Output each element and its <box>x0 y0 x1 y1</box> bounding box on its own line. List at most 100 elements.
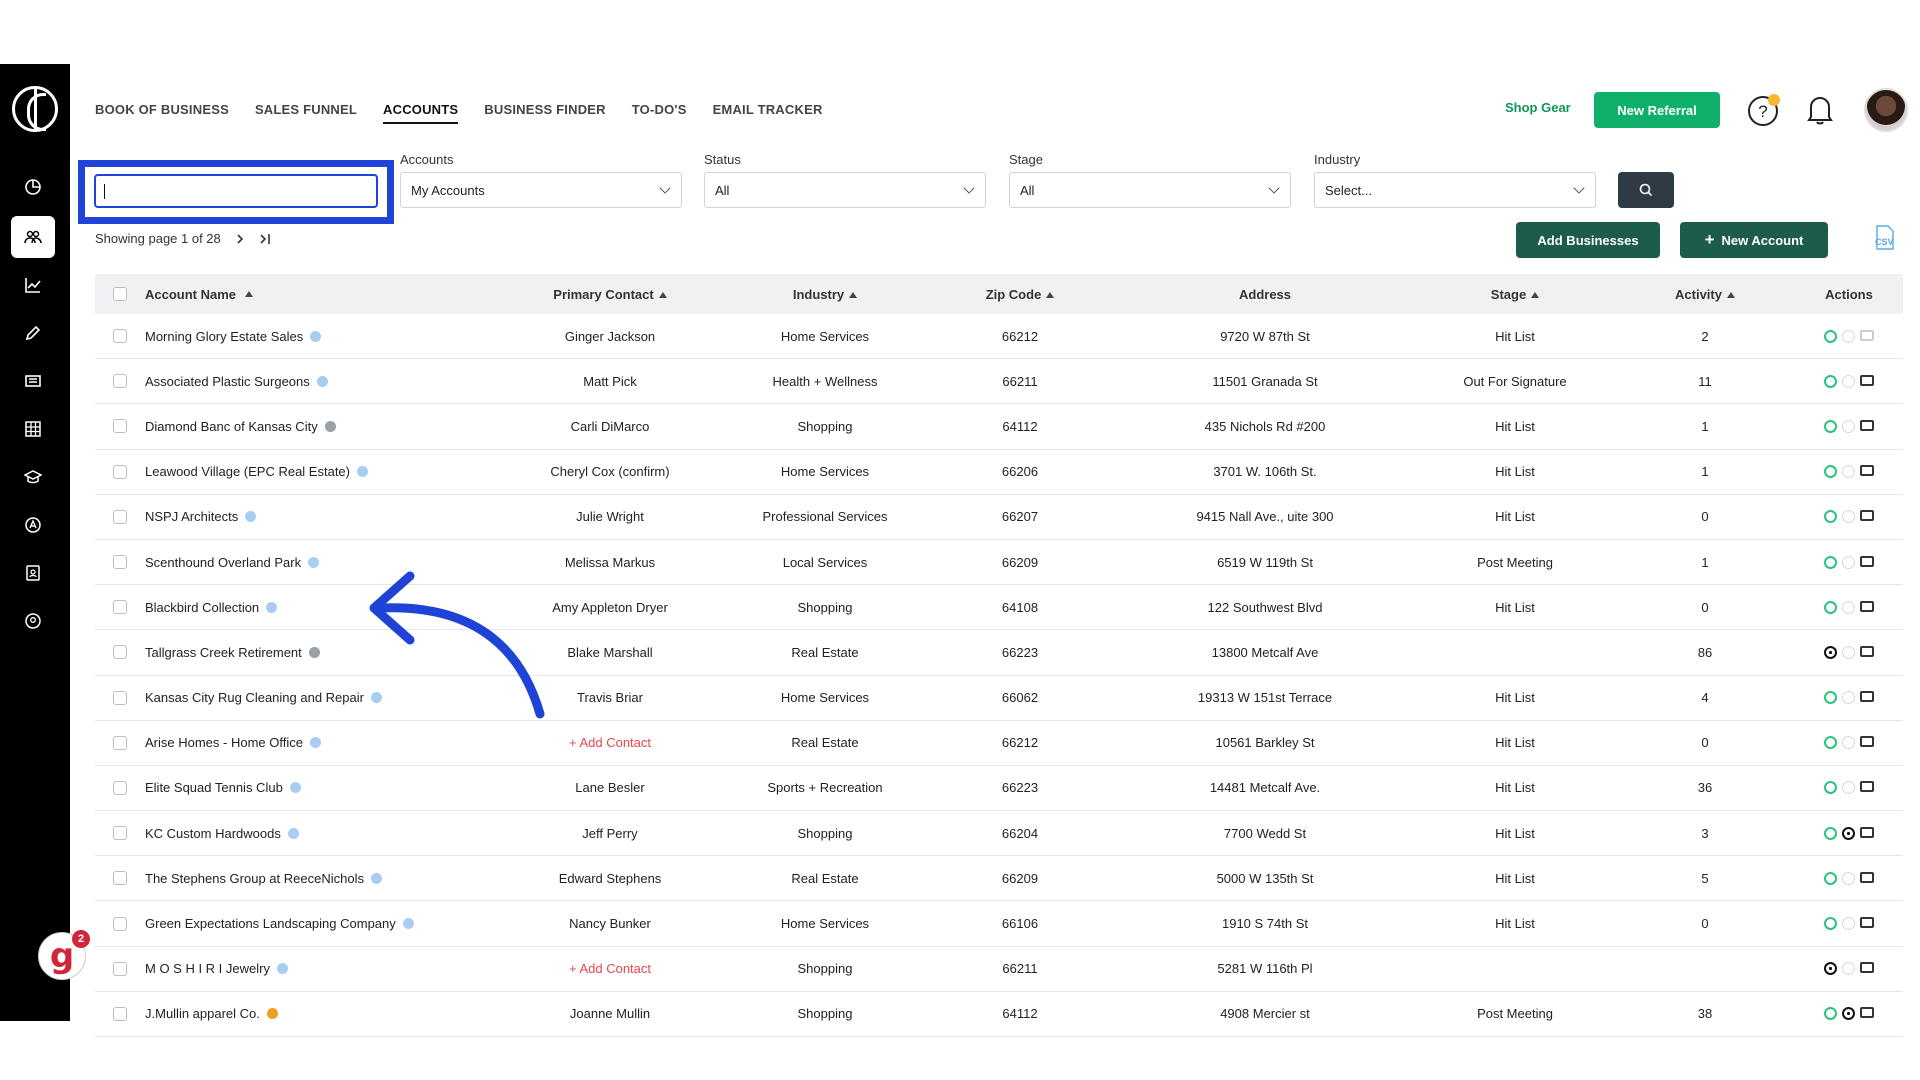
row-checkbox[interactable] <box>113 555 127 570</box>
help-icon[interactable]: ? <box>1744 90 1784 130</box>
table-row[interactable]: NSPJ Architects Julie Wright Professiona… <box>95 495 1903 540</box>
table-row[interactable]: The Stephens Group at ReeceNichols Edwar… <box>95 856 1903 902</box>
monitor-icon[interactable] <box>1860 419 1874 431</box>
row-checkbox[interactable] <box>113 916 127 931</box>
target-icon[interactable] <box>1824 374 1837 388</box>
last-page-icon[interactable] <box>259 233 273 245</box>
record-icon[interactable] <box>1842 465 1855 479</box>
col-primary-contact[interactable]: Primary Contact <box>495 287 725 302</box>
row-checkbox[interactable] <box>113 826 127 841</box>
account-name[interactable]: Green Expectations Landscaping Company <box>145 916 396 931</box>
select-all-checkbox[interactable] <box>113 287 127 301</box>
add-businesses-button[interactable]: Add Businesses <box>1516 222 1660 258</box>
record-icon[interactable] <box>1842 1007 1855 1021</box>
target-icon[interactable] <box>1824 645 1837 659</box>
record-icon[interactable] <box>1842 329 1855 343</box>
target-icon[interactable] <box>1824 1007 1837 1021</box>
monitor-icon[interactable] <box>1860 329 1874 341</box>
add-contact-link[interactable]: + Add Contact <box>495 961 725 976</box>
pencil-icon[interactable] <box>11 312 55 354</box>
target-icon[interactable] <box>1824 510 1837 524</box>
table-row[interactable]: Elite Squad Tennis Club Lane Besler Spor… <box>95 766 1903 812</box>
row-checkbox[interactable] <box>113 780 127 795</box>
account-name[interactable]: NSPJ Architects <box>145 509 238 524</box>
monitor-icon[interactable] <box>1860 871 1874 883</box>
nav-sales-funnel[interactable]: SALES FUNNEL <box>255 102 357 124</box>
col-zip-code[interactable]: Zip Code <box>925 287 1115 302</box>
row-checkbox[interactable] <box>113 509 127 524</box>
monitor-icon[interactable] <box>1860 555 1874 567</box>
record-icon[interactable] <box>1842 600 1855 614</box>
row-checkbox[interactable] <box>113 464 127 479</box>
monitor-icon[interactable] <box>1860 781 1874 793</box>
nav-book-of-business[interactable]: BOOK OF BUSINESS <box>95 102 229 124</box>
stage-select[interactable]: All <box>1009 172 1291 208</box>
new-account-button[interactable]: + New Account <box>1680 222 1828 258</box>
target-icon[interactable] <box>1824 736 1837 750</box>
accounts-select[interactable]: My Accounts <box>400 172 682 208</box>
table-row[interactable]: Arise Homes - Home Office + Add Contact … <box>95 721 1903 766</box>
table-row[interactable]: Morning Glory Estate Sales Ginger Jackso… <box>95 314 1903 360</box>
target-icon[interactable] <box>1824 600 1837 614</box>
target-icon[interactable] <box>1824 871 1837 885</box>
account-name[interactable]: Arise Homes - Home Office <box>145 735 303 750</box>
account-name[interactable]: Kansas City Rug Cleaning and Repair <box>145 690 364 705</box>
record-icon[interactable] <box>1842 555 1855 569</box>
row-checkbox[interactable] <box>113 645 127 660</box>
app-logo[interactable] <box>12 86 58 132</box>
col-activity[interactable]: Activity <box>1615 287 1795 302</box>
search-button[interactable] <box>1618 172 1674 208</box>
record-icon[interactable] <box>1842 374 1855 388</box>
account-name[interactable]: Tallgrass Creek Retirement <box>145 645 302 660</box>
record-icon[interactable] <box>1842 781 1855 795</box>
nav-business-finder[interactable]: BUSINESS FINDER <box>484 102 605 124</box>
monitor-icon[interactable] <box>1860 510 1874 522</box>
shop-gear-link[interactable]: Shop Gear <box>1505 100 1571 115</box>
record-icon[interactable] <box>1842 510 1855 524</box>
record-icon[interactable] <box>1842 691 1855 705</box>
row-checkbox[interactable] <box>113 600 127 615</box>
next-page-icon[interactable] <box>235 233 245 245</box>
record-icon[interactable] <box>1842 419 1855 433</box>
row-checkbox[interactable] <box>113 329 127 344</box>
row-checkbox[interactable] <box>113 961 127 976</box>
account-name[interactable]: Blackbird Collection <box>145 600 259 615</box>
monitor-icon[interactable] <box>1860 691 1874 703</box>
table-row[interactable]: Leawood Village (EPC Real Estate) Cheryl… <box>95 450 1903 495</box>
target-icon[interactable] <box>1824 917 1837 931</box>
target-icon[interactable] <box>1824 465 1837 479</box>
row-checkbox[interactable] <box>113 419 127 434</box>
account-name[interactable]: M O S H I R I Jewelry <box>145 961 270 976</box>
user-circle-icon[interactable] <box>11 600 55 642</box>
col-stage[interactable]: Stage <box>1415 287 1615 302</box>
record-icon[interactable] <box>1842 962 1855 976</box>
monitor-icon[interactable] <box>1860 1007 1874 1019</box>
col-account-name[interactable]: Account Name <box>145 287 495 302</box>
table-row[interactable]: Diamond Banc of Kansas City Carli DiMarc… <box>95 404 1903 450</box>
account-name[interactable]: Leawood Village (EPC Real Estate) <box>145 464 350 479</box>
record-icon[interactable] <box>1842 917 1855 931</box>
account-name[interactable]: The Stephens Group at ReeceNichols <box>145 871 364 886</box>
row-checkbox[interactable] <box>113 690 127 705</box>
graduation-cap-icon[interactable] <box>11 456 55 498</box>
table-row[interactable]: M O S H I R I Jewelry + Add Contact Shop… <box>95 947 1903 992</box>
monitor-icon[interactable] <box>1860 374 1874 386</box>
nav-todos[interactable]: TO-DO'S <box>632 102 687 124</box>
monitor-icon[interactable] <box>1860 645 1874 657</box>
account-name[interactable]: Morning Glory Estate Sales <box>145 329 303 344</box>
contact-card-icon[interactable] <box>11 552 55 594</box>
newspaper-icon[interactable] <box>11 360 55 402</box>
row-checkbox[interactable] <box>113 871 127 886</box>
account-name[interactable]: Elite Squad Tennis Club <box>145 780 283 795</box>
bell-icon[interactable] <box>1800 90 1840 130</box>
monitor-icon[interactable] <box>1860 917 1874 929</box>
record-icon[interactable] <box>1842 871 1855 885</box>
target-icon[interactable] <box>1824 555 1837 569</box>
monitor-icon[interactable] <box>1860 600 1874 612</box>
record-icon[interactable] <box>1842 826 1855 840</box>
row-checkbox[interactable] <box>113 735 127 750</box>
account-name[interactable]: KC Custom Hardwoods <box>145 826 281 841</box>
target-icon[interactable] <box>1824 781 1837 795</box>
monitor-icon[interactable] <box>1860 826 1874 838</box>
table-row[interactable]: KC Custom Hardwoods Jeff Perry Shopping … <box>95 811 1903 857</box>
